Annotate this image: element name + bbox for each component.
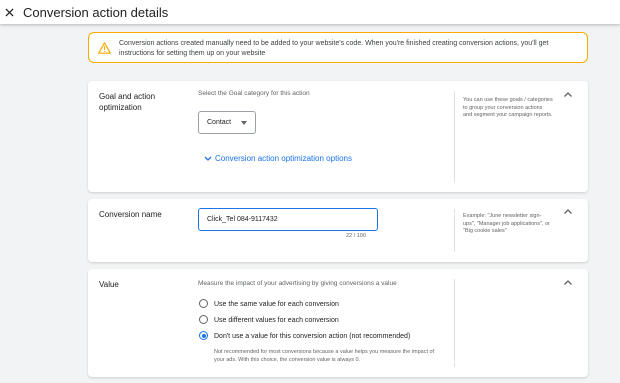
radio-no-value[interactable]: Don't use a value for this conversion ac… xyxy=(199,331,411,341)
main-content: Conversion actions created manually need… xyxy=(0,24,620,383)
value-subtitle: Measure the impact of your advertising b… xyxy=(198,280,397,287)
warning-text: Conversion actions created manually need… xyxy=(119,40,549,57)
collapse-chevron-icon[interactable] xyxy=(563,207,573,217)
section-divider xyxy=(454,91,455,182)
goal-category-value: Contact xyxy=(207,119,232,126)
no-value-description: Not recommended for most conversions bec… xyxy=(214,349,435,363)
conversion-name-help: Example: "June newsletter sign-ups", "Ma… xyxy=(463,213,550,234)
radio-label: Don't use a value for this conversion ac… xyxy=(214,333,411,340)
radio-button[interactable] xyxy=(199,315,208,324)
radio-different-values[interactable]: Use different values for each conversion xyxy=(199,315,339,325)
radio-same-value[interactable]: Use the same value for each conversion xyxy=(199,299,339,309)
goal-help-text: You can use these goals / categories to … xyxy=(463,97,553,118)
radio-label: Use the same value for each conversion xyxy=(214,301,339,308)
goal-subtitle: Select the Goal category for this action xyxy=(198,90,310,97)
value-heading: Value xyxy=(99,280,119,289)
chevron-down-icon xyxy=(204,156,212,161)
section-divider xyxy=(454,209,455,252)
top-bar: Conversion action details xyxy=(0,0,620,24)
conversion-name-input[interactable]: Click_Tel 084-9117432 xyxy=(198,208,378,231)
goal-heading: Goal and action optimization xyxy=(99,92,156,112)
warning-banner: Conversion actions created manually need… xyxy=(88,32,588,63)
conversion-name-value: Click_Tel 084-9117432 xyxy=(207,216,278,223)
conversion-name-section: Conversion name Click_Tel 084-9117432 22… xyxy=(88,199,588,262)
value-section: Value Measure the impact of your adverti… xyxy=(88,269,588,377)
goal-category-select[interactable]: Contact xyxy=(198,111,256,134)
collapse-chevron-icon[interactable] xyxy=(563,278,573,288)
radio-label: Use different values for each conversion xyxy=(214,317,339,324)
close-icon[interactable] xyxy=(4,7,15,18)
goal-section: Goal and action optimization Select the … xyxy=(88,81,588,192)
radio-button-selected[interactable] xyxy=(199,331,208,340)
page-title: Conversion action details xyxy=(23,4,169,20)
radio-button[interactable] xyxy=(199,299,208,308)
optimization-options-label: Conversion action optimization options xyxy=(215,154,352,163)
optimization-options-link[interactable]: Conversion action optimization options xyxy=(204,154,352,163)
conversion-name-heading: Conversion name xyxy=(99,210,162,219)
collapse-chevron-icon[interactable] xyxy=(563,90,573,100)
section-divider xyxy=(454,279,455,367)
dropdown-arrow-icon xyxy=(241,121,247,125)
character-counter: 22 / 100 xyxy=(346,233,366,239)
warning-icon xyxy=(98,41,111,54)
